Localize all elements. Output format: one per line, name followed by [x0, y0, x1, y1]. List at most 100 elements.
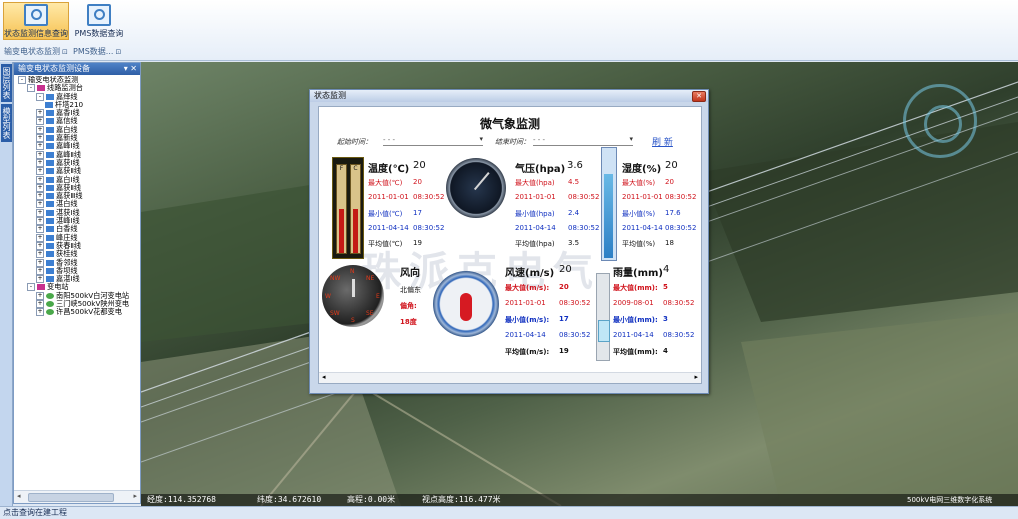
wind-speed-value: 20 — [559, 264, 572, 275]
expand-icon[interactable]: + — [36, 125, 44, 134]
expand-icon[interactable]: + — [36, 275, 44, 284]
rain-avg: 4 — [663, 347, 668, 355]
expand-icon[interactable]: + — [36, 183, 44, 192]
scroll-thumb[interactable] — [28, 493, 114, 502]
scroll-left-icon[interactable]: ◂ — [17, 492, 21, 500]
expand-icon[interactable]: + — [36, 192, 44, 201]
rain-gauge-icon — [596, 273, 610, 361]
scroll-left-icon[interactable]: ◂ — [322, 373, 326, 381]
expand-icon[interactable]: + — [36, 200, 44, 209]
close-icon[interactable]: ✕ — [692, 91, 706, 102]
end-time-value: - - - — [533, 136, 546, 144]
humidity-min-label: 最小值(%) — [622, 210, 656, 218]
latitude-readout: 纬度:34.672610 — [257, 495, 322, 504]
folder-icon — [37, 284, 45, 291]
pressure-max-time: 08:30:52 — [568, 193, 600, 201]
expand-icon[interactable]: + — [36, 117, 44, 126]
wind-min: 17 — [559, 315, 569, 323]
pms-query-icon — [87, 4, 111, 26]
panel-pin-close-icon[interactable]: ▾ ✕ — [124, 63, 137, 75]
rain-max-label: 最大值(mm): — [613, 284, 658, 292]
line-icon — [46, 259, 54, 266]
expand-icon[interactable]: + — [36, 150, 44, 159]
expand-icon[interactable]: + — [36, 175, 44, 184]
expand-icon[interactable]: + — [36, 233, 44, 242]
dialog-titlebar[interactable]: 状态监测 ✕ — [310, 90, 708, 102]
wind-speed-header: 风速(m/s) — [505, 268, 555, 279]
humidity-max-label: 最大值(%) — [622, 179, 656, 187]
collapse-icon[interactable]: - — [18, 76, 26, 84]
ribbon-toolbar: 状态监测信息查询 PMS数据查询 输变电状态监测 PMS数据... — [0, 0, 1018, 61]
line-icon — [46, 93, 54, 100]
wind-max: 20 — [559, 283, 569, 291]
tree-node[interactable]: + 许昌500kV花都变电 — [14, 308, 140, 317]
rain-min: 3 — [663, 315, 668, 323]
start-time-label: 起始时间： — [337, 138, 372, 146]
line-icon — [46, 118, 54, 125]
wind-direction-compass-icon: N S E W NE NW SE SW — [322, 265, 384, 327]
status-monitor-query-button[interactable]: 状态监测信息查询 — [3, 2, 69, 40]
wind-min-time: 08:30:52 — [559, 331, 591, 339]
expand-icon[interactable]: + — [36, 258, 44, 267]
temp-min-date: 2011-04-14 — [368, 224, 409, 232]
rain-min-time: 08:30:52 — [663, 331, 695, 339]
device-tree: - 输变电状态监测 - 线路监测台 - 嘉绎线 杆塔210 + 嘉香Ⅰ线 + 嘉信线 + 嘉白线 + 嘉新线… — [14, 76, 140, 489]
humidity-header: 湿度(%) — [622, 164, 662, 175]
collapse-icon[interactable]: - — [27, 84, 35, 93]
expand-icon[interactable]: + — [36, 208, 44, 217]
longitude-readout: 经度:114.352768 — [147, 495, 216, 504]
collapse-icon[interactable]: - — [27, 283, 35, 292]
wind-min-date: 2011-04-14 — [505, 331, 546, 339]
expand-icon[interactable]: + — [36, 158, 44, 167]
pms-data-query-button[interactable]: PMS数据查询 — [72, 2, 126, 40]
refresh-link[interactable]: 刷 新 — [652, 135, 673, 148]
expand-icon[interactable]: + — [36, 217, 44, 226]
rain-value: 4 — [663, 264, 670, 275]
expand-icon[interactable]: + — [36, 225, 44, 234]
scroll-right-icon[interactable]: ▸ — [694, 373, 698, 381]
tab-model-list[interactable]: 模型列表 — [1, 104, 12, 142]
dialog-horizontal-scrollbar[interactable]: ◂ ▸ — [319, 372, 701, 383]
micro-weather-panel: 珠派克电气 微气象监测 起始时间： - - - 结束时间： - - - 刷 新 … — [318, 106, 702, 384]
pressure-max-date: 2011-01-01 — [515, 193, 556, 201]
line-icon — [46, 242, 54, 249]
hygrometer-icon — [601, 147, 617, 261]
expand-icon[interactable]: + — [36, 300, 44, 309]
pressure-min-label: 最小值(hpa) — [515, 210, 555, 218]
expand-icon[interactable]: + — [36, 134, 44, 143]
expand-icon[interactable]: + — [36, 241, 44, 250]
humidity-min-date: 2011-04-14 — [622, 224, 663, 232]
wind-min-label: 最小值(m/s): — [505, 316, 550, 324]
tree-horizontal-scrollbar[interactable]: ◂ ▸ — [14, 490, 140, 503]
tree-node[interactable]: + 嘉湛Ⅰ线 — [14, 274, 140, 284]
expand-icon[interactable]: + — [36, 109, 44, 118]
pressure-min: 2.4 — [568, 209, 580, 217]
temp-avg: 19 — [413, 239, 422, 247]
humidity-value: 20 — [665, 160, 678, 171]
line-icon — [46, 126, 54, 133]
map-status-bar: 经度:114.352768 纬度:34.672610 高程:0.00米 视点高度… — [141, 494, 1018, 506]
temp-max-time: 08:30:52 — [413, 193, 445, 201]
navigation-compass-control[interactable] — [903, 84, 977, 158]
expand-icon[interactable]: + — [36, 308, 44, 317]
rain-max-date: 2009-08-01 — [613, 299, 654, 307]
scroll-right-icon[interactable]: ▸ — [133, 492, 137, 500]
expand-icon[interactable]: + — [36, 167, 44, 176]
collapse-icon[interactable]: - — [36, 92, 44, 101]
line-icon — [46, 251, 54, 258]
expand-icon[interactable]: + — [36, 291, 44, 300]
substation-icon — [46, 309, 54, 316]
expand-icon[interactable]: + — [36, 142, 44, 151]
fahrenheit-tube: F — [336, 164, 347, 254]
rain-max-time: 08:30:52 — [663, 299, 695, 307]
line-icon — [46, 193, 54, 200]
monitor-query-icon — [24, 4, 48, 26]
tree-panel-header: 输变电状态监测设备 ▾ ✕ — [14, 63, 140, 75]
start-time-select[interactable]: - - - — [383, 135, 483, 146]
expand-icon[interactable]: + — [36, 266, 44, 275]
pressure-max: 4.5 — [568, 178, 580, 186]
expand-icon[interactable]: + — [36, 250, 44, 259]
tab-layer-list[interactable]: 图层列表 — [1, 64, 12, 102]
end-time-select[interactable]: - - - — [533, 135, 633, 146]
temp-max: 20 — [413, 178, 422, 186]
